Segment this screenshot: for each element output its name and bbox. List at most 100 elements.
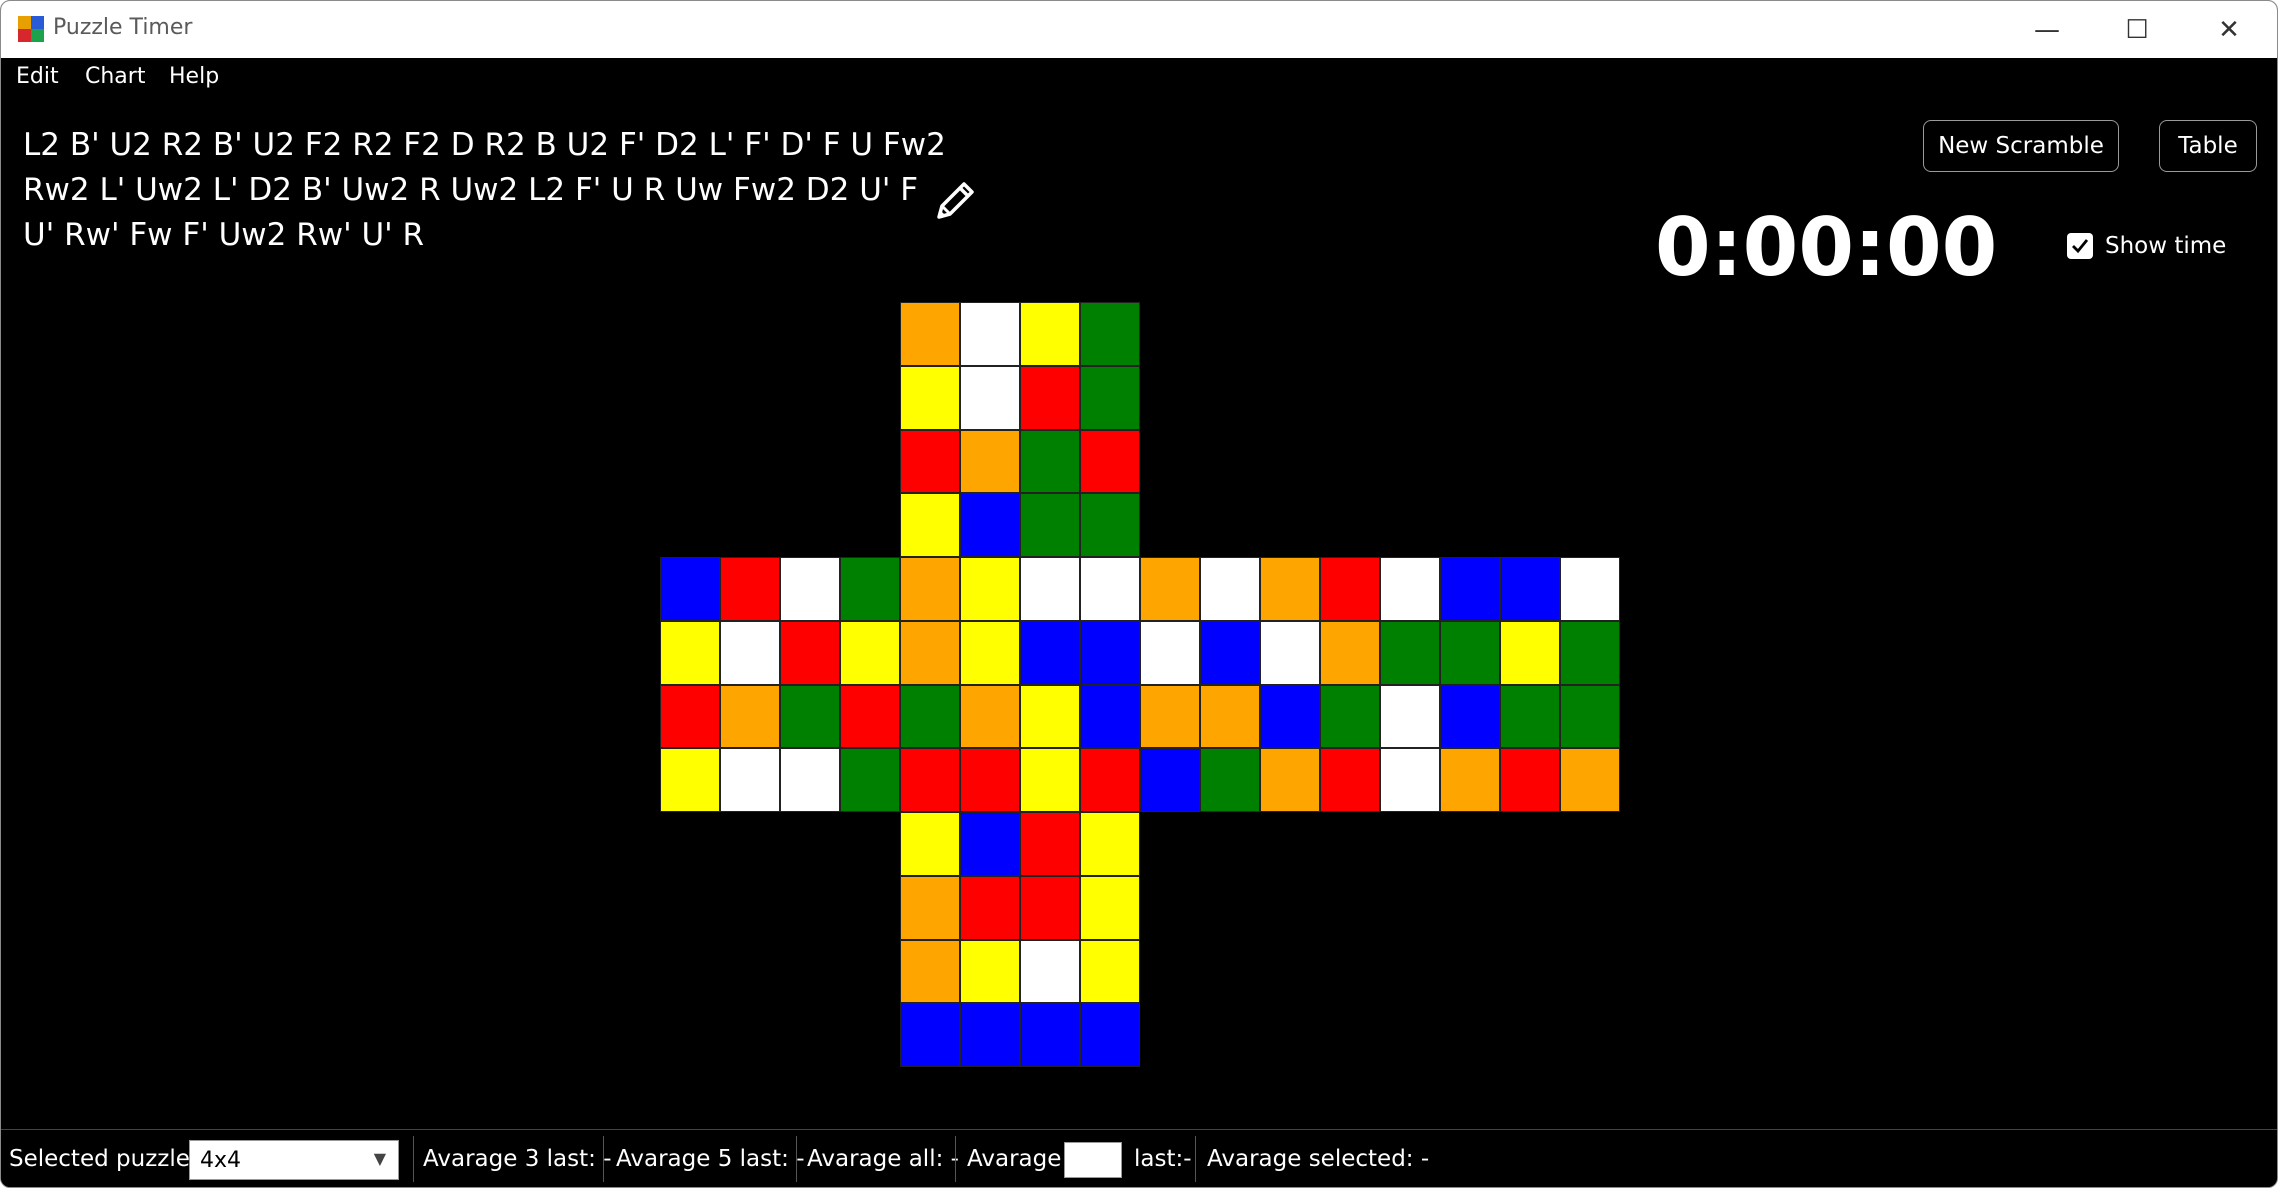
sticker-up <box>960 302 1020 366</box>
divider <box>603 1136 604 1182</box>
sticker-right <box>1320 748 1380 812</box>
selected-puzzle-label: Selected puzzle: <box>9 1146 198 1172</box>
sticker-back <box>1500 557 1560 621</box>
sticker-front <box>1080 620 1140 685</box>
sticker-right <box>1200 557 1260 621</box>
sticker-back <box>1560 557 1620 621</box>
sticker-right <box>1260 557 1320 621</box>
sticker-up <box>1080 365 1140 430</box>
sticker-up <box>960 493 1020 557</box>
sticker-left <box>660 557 720 621</box>
sticker-front <box>1080 557 1140 621</box>
show-time-toggle[interactable]: Show time <box>2067 233 2226 259</box>
sticker-up <box>900 302 960 366</box>
scramble-line: Rw2 L' Uw2 L' D2 B' Uw2 R Uw2 L2 F' U R … <box>23 172 919 208</box>
sticker-back <box>1500 748 1560 812</box>
sticker-up <box>1080 493 1140 557</box>
sticker-down <box>1080 1003 1140 1067</box>
pencil-edit-icon[interactable] <box>933 177 979 223</box>
sticker-front <box>1020 557 1080 621</box>
sticker-down <box>900 875 960 940</box>
menu-chart[interactable]: Chart <box>85 64 145 89</box>
sticker-up <box>900 429 960 494</box>
sticker-back <box>1500 620 1560 685</box>
sticker-up <box>1020 429 1080 494</box>
sticker-back <box>1380 748 1440 812</box>
sticker-right <box>1140 557 1200 621</box>
scramble-line: U' Rw' Fw F' Uw2 Rw' U' R <box>23 217 425 253</box>
sticker-down <box>1020 1003 1080 1067</box>
new-scramble-button[interactable]: New Scramble <box>1923 120 2119 172</box>
sticker-left <box>660 748 720 812</box>
divider <box>955 1136 956 1182</box>
sticker-up <box>900 365 960 430</box>
sticker-down <box>900 1003 960 1067</box>
sticker-right <box>1260 620 1320 685</box>
sticker-front <box>900 557 960 621</box>
divider <box>1195 1136 1196 1182</box>
sticker-back <box>1440 684 1500 749</box>
sticker-right <box>1320 684 1380 749</box>
sticker-down <box>960 939 1020 1004</box>
menu-edit[interactable]: Edit <box>16 64 59 89</box>
sticker-down <box>960 1003 1020 1067</box>
minimize-button[interactable]: — <box>2001 1 2093 58</box>
sticker-front <box>960 557 1020 621</box>
sticker-right <box>1200 748 1260 812</box>
sticker-left <box>660 684 720 749</box>
sticker-right <box>1200 620 1260 685</box>
show-time-checkbox[interactable] <box>2067 233 2093 259</box>
sticker-down <box>900 812 960 876</box>
sticker-back <box>1440 557 1500 621</box>
sticker-back <box>1380 620 1440 685</box>
sticker-up <box>1080 302 1140 366</box>
title-bar: Puzzle Timer — ☐ ✕ <box>1 1 2277 58</box>
sticker-left <box>720 557 780 621</box>
app-icon <box>18 16 44 42</box>
table-button[interactable]: Table <box>2159 120 2257 172</box>
sticker-up <box>1020 493 1080 557</box>
sticker-left <box>660 620 720 685</box>
average-count-input[interactable] <box>1064 1142 1122 1178</box>
sticker-right <box>1260 748 1320 812</box>
sticker-right <box>1140 748 1200 812</box>
sticker-front <box>1080 748 1140 812</box>
status-bar: Selected puzzle: 4x4 ▼ Avarage 3 last: -… <box>1 1129 2277 1187</box>
sticker-down <box>1020 875 1080 940</box>
puzzle-select-value: 4x4 <box>200 1147 242 1173</box>
sticker-right <box>1200 684 1260 749</box>
scramble-line: L2 B' U2 R2 B' U2 F2 R2 F2 D R2 B U2 F' … <box>23 127 946 163</box>
sticker-front <box>960 748 1020 812</box>
sticker-right <box>1320 557 1380 621</box>
sticker-left <box>720 620 780 685</box>
sticker-back <box>1380 557 1440 621</box>
average-n-label: Avarage <box>967 1146 1062 1172</box>
sticker-up <box>1080 429 1140 494</box>
sticker-front <box>1020 684 1080 749</box>
sticker-down <box>1080 875 1140 940</box>
sticker-left <box>780 684 840 749</box>
sticker-right <box>1260 684 1320 749</box>
sticker-front <box>900 748 960 812</box>
puzzle-select[interactable]: 4x4 ▼ <box>189 1140 399 1180</box>
sticker-down <box>1020 939 1080 1004</box>
close-button[interactable]: ✕ <box>2183 1 2275 58</box>
sticker-left <box>780 748 840 812</box>
divider <box>413 1136 414 1182</box>
sticker-back <box>1380 684 1440 749</box>
average-3-last: Avarage 3 last: - <box>423 1146 612 1172</box>
sticker-left <box>840 684 900 749</box>
maximize-button[interactable]: ☐ <box>2091 1 2183 58</box>
sticker-left <box>840 748 900 812</box>
sticker-down <box>1020 812 1080 876</box>
sticker-back <box>1560 620 1620 685</box>
menu-help[interactable]: Help <box>169 64 219 89</box>
sticker-back <box>1560 748 1620 812</box>
sticker-front <box>1020 748 1080 812</box>
sticker-back <box>1440 620 1500 685</box>
sticker-front <box>960 620 1020 685</box>
sticker-down <box>900 939 960 1004</box>
average-5-last: Avarage 5 last: - <box>616 1146 805 1172</box>
sticker-back <box>1440 748 1500 812</box>
sticker-left <box>720 748 780 812</box>
